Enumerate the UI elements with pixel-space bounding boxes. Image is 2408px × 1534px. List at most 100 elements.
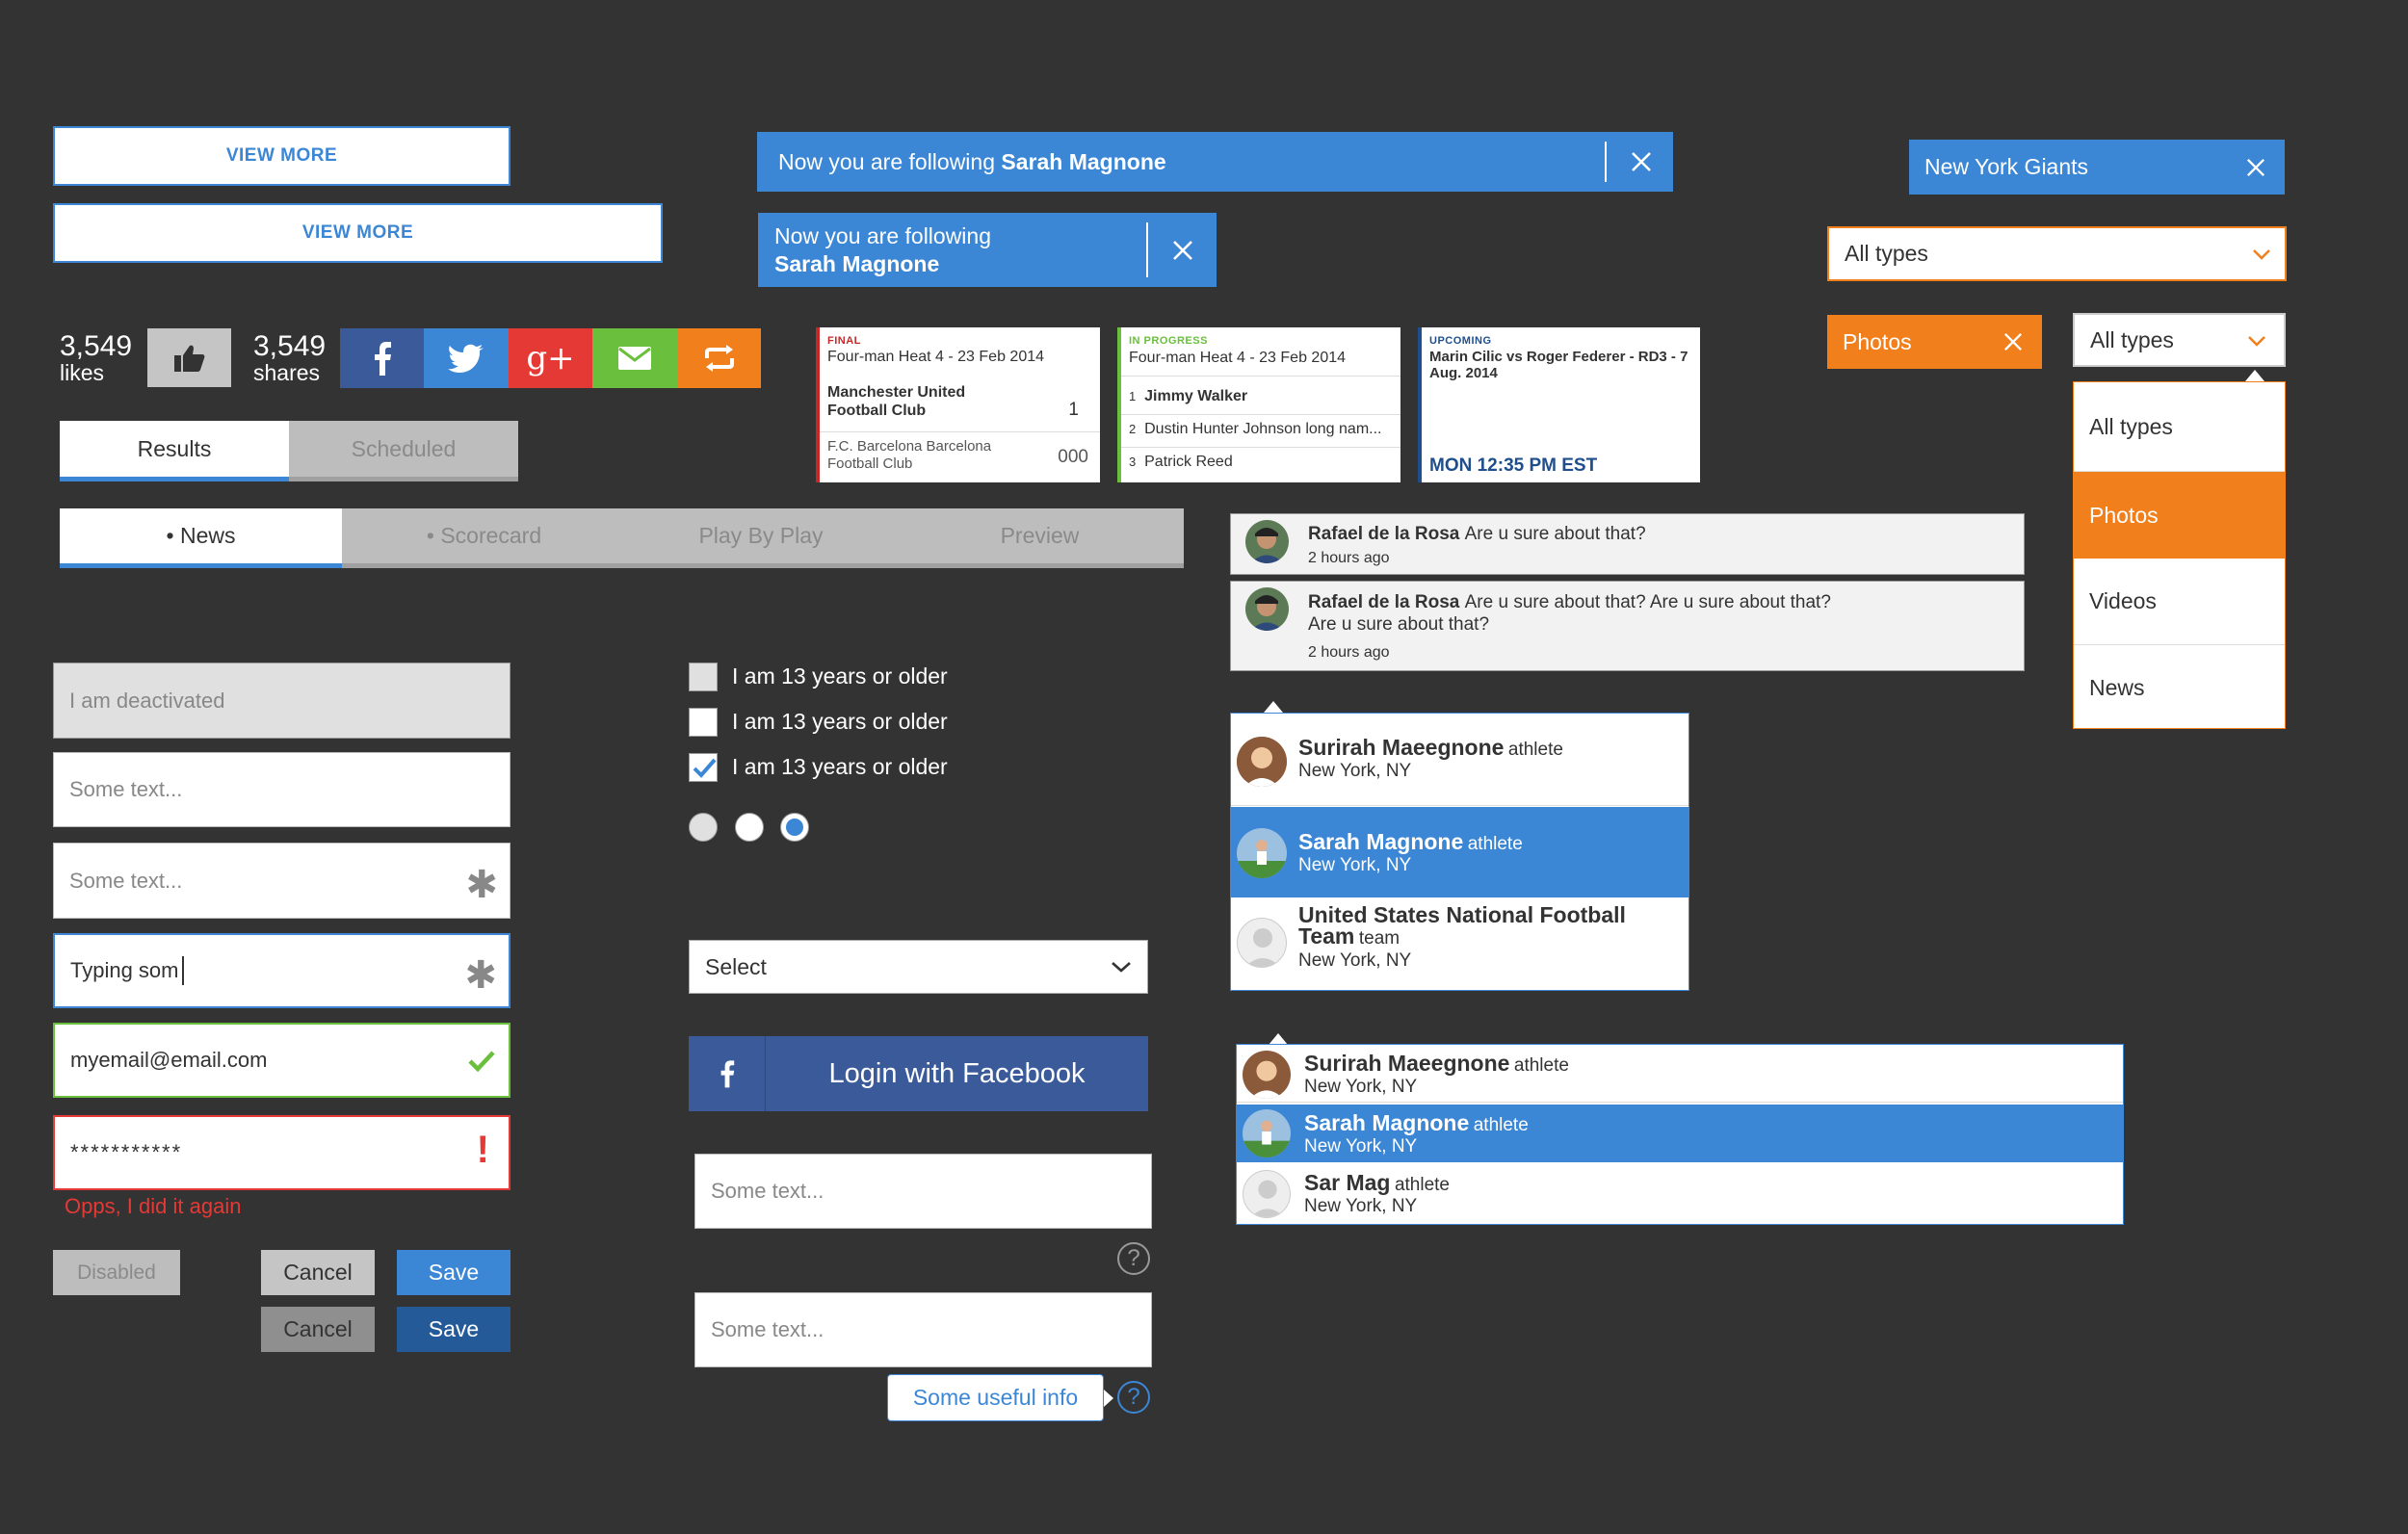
view-more-label: VIEW MORE	[225, 145, 338, 166]
facebook-icon	[374, 342, 391, 376]
input-placeholder: Some text...	[711, 1179, 824, 1203]
help-icon[interactable]: ?	[1117, 1242, 1150, 1275]
input-placeholder: Some text...	[69, 868, 183, 893]
comment-time: 2 hours ago	[1308, 644, 1390, 661]
option-label: News	[2089, 674, 2145, 700]
tab-results[interactable]: Results	[60, 421, 289, 481]
avatar	[1245, 587, 1289, 631]
focused-text-input[interactable]: Typing som ✱	[53, 933, 510, 1008]
tab-news[interactable]: • News	[60, 508, 342, 568]
help-icon-active[interactable]: ?	[1117, 1381, 1150, 1414]
divider	[1605, 142, 1607, 182]
bullet-icon: •	[426, 523, 441, 548]
tab-label: Scorecard	[440, 523, 542, 548]
team-name: F.C. Barcelona Barcelona Football Club	[827, 438, 992, 472]
button-label: Save	[428, 1260, 480, 1285]
follow-prefix: Now you are following	[778, 148, 996, 174]
button-label: Cancel	[283, 1260, 353, 1285]
autocomplete-location: New York, NY	[1298, 855, 1412, 875]
checkbox-label: I am 13 years or older	[732, 663, 948, 689]
like-button[interactable]	[147, 328, 231, 387]
autocomplete-item[interactable]: Sar Mag athlete New York, NY	[1237, 1164, 2123, 1224]
view-more-button-wide[interactable]: VIEW MORE	[53, 203, 663, 263]
dropdown-option-photos[interactable]: Photos	[2074, 472, 2285, 559]
close-icon[interactable]	[1984, 315, 2042, 369]
view-more-button[interactable]: VIEW MORE	[53, 126, 510, 186]
type-filter-dropdown[interactable]: All types	[1827, 226, 2287, 281]
radio-dot	[786, 819, 803, 836]
autocomplete-list-wide: Surirah Maeegnone athlete New York, NY S…	[1236, 1044, 2124, 1225]
option-label: Photos	[2089, 502, 2159, 528]
radio-selected[interactable]	[780, 813, 809, 842]
avatar	[1245, 520, 1289, 563]
button-label: Cancel	[283, 1316, 353, 1341]
autocomplete-item[interactable]: Surirah Maeegnone athlete New York, NY	[1237, 1045, 2123, 1103]
follow-name: Sarah Magnone	[774, 250, 940, 276]
autocomplete-item[interactable]: Surirah Maeegnone athlete New York, NY	[1231, 714, 1688, 806]
autocomplete-item-selected[interactable]: Sarah Magnone athlete New York, NY	[1231, 807, 1688, 897]
card-status: FINAL	[827, 335, 861, 347]
tab-play-by-play[interactable]: Play By Play	[626, 508, 896, 568]
repost-icon	[704, 345, 734, 372]
tab-scorecard[interactable]: • Scorecard	[342, 508, 626, 568]
cancel-button[interactable]: Cancel	[261, 1250, 375, 1295]
save-button[interactable]: Save	[397, 1250, 510, 1295]
comment-author[interactable]: Rafael de la Rosa	[1308, 592, 1459, 612]
checkbox-checked[interactable]	[689, 753, 718, 782]
google-plus-share-button[interactable]: g+	[509, 328, 592, 388]
dropdown-option-all-types[interactable]: All types	[2074, 382, 2285, 472]
score-card-final[interactable]: FINAL Four-man Heat 4 - 23 Feb 2014 Manc…	[816, 327, 1100, 482]
input-value: ***********	[70, 1140, 183, 1164]
close-icon[interactable]	[1609, 132, 1673, 192]
score-card-in-progress[interactable]: IN PROGRESS Four-man Heat 4 - 23 Feb 201…	[1117, 327, 1400, 482]
cancel-button-hover[interactable]: Cancel	[261, 1307, 375, 1352]
divider	[1121, 447, 1400, 448]
dropdown-option-videos[interactable]: Videos	[2074, 559, 2285, 645]
thumbs-up-icon	[173, 345, 204, 372]
email-share-button[interactable]	[592, 328, 677, 388]
follow-name: Sarah Magnone	[1001, 148, 1166, 174]
tab-scheduled[interactable]: Scheduled	[289, 421, 518, 481]
autocomplete-item-selected[interactable]: Sarah Magnone athlete New York, NY	[1237, 1105, 2123, 1162]
close-icon[interactable]	[1149, 213, 1217, 287]
repost-button[interactable]	[677, 328, 761, 388]
dropdown-option-news[interactable]: News	[2074, 645, 2285, 730]
text-input[interactable]: Some text...	[53, 752, 510, 827]
player-name: Dustin Hunter Johnson long nam...	[1144, 421, 1382, 437]
photos-tag: Photos	[1827, 315, 2042, 369]
player-name: Jimmy Walker	[1144, 388, 1248, 404]
divider	[1121, 414, 1400, 415]
save-button-hover[interactable]: Save	[397, 1307, 510, 1352]
card-status: UPCOMING	[1429, 335, 1492, 347]
card-event: Four-man Heat 4 - 23 Feb 2014	[1129, 350, 1347, 366]
text-input-with-help[interactable]: Some text...	[694, 1292, 1152, 1367]
tab-label: Results	[137, 435, 212, 461]
leaderboard-row: 3 Patrick Reed	[1129, 454, 1233, 471]
player-rank: 3	[1129, 455, 1137, 469]
comment-text: Are u sure about that? Are u sure about …	[1464, 592, 1831, 612]
select-dropdown[interactable]: Select	[689, 940, 1148, 994]
close-icon[interactable]	[2227, 140, 2285, 195]
twitter-share-button[interactable]	[424, 328, 509, 388]
text-input-with-help[interactable]: Some text...	[694, 1154, 1152, 1229]
tooltip-text: Some useful info	[912, 1385, 1079, 1410]
required-text-input[interactable]: Some text... ✱	[53, 843, 510, 919]
score-card-upcoming[interactable]: UPCOMING Marin Cilic vs Roger Federer - …	[1418, 327, 1700, 482]
option-label: Videos	[2089, 588, 2157, 613]
comment-author[interactable]: Rafael de la Rosa	[1308, 524, 1459, 544]
tooltip-pointer	[1104, 1390, 1113, 1407]
password-field[interactable]: *********** !	[53, 1115, 510, 1190]
autocomplete-item[interactable]: United States National Football Team tea…	[1231, 898, 1688, 991]
checkbox[interactable]	[689, 708, 718, 737]
checkbox-disabled	[689, 663, 718, 691]
radio[interactable]	[735, 813, 764, 842]
tab-preview[interactable]: Preview	[896, 508, 1184, 568]
autocomplete-name: Surirah Maeegnone	[1298, 735, 1505, 760]
comment-item: Rafael de la Rosa Are u sure about that?…	[1230, 581, 2025, 671]
facebook-share-button[interactable]	[340, 328, 424, 388]
shares-label: shares	[253, 360, 321, 385]
email-field[interactable]: myemail@email.com	[53, 1023, 510, 1098]
type-filter-dropdown-open[interactable]: All types	[2073, 313, 2286, 367]
divider	[1121, 376, 1400, 377]
facebook-login-button[interactable]: Login with Facebook	[689, 1036, 1148, 1111]
